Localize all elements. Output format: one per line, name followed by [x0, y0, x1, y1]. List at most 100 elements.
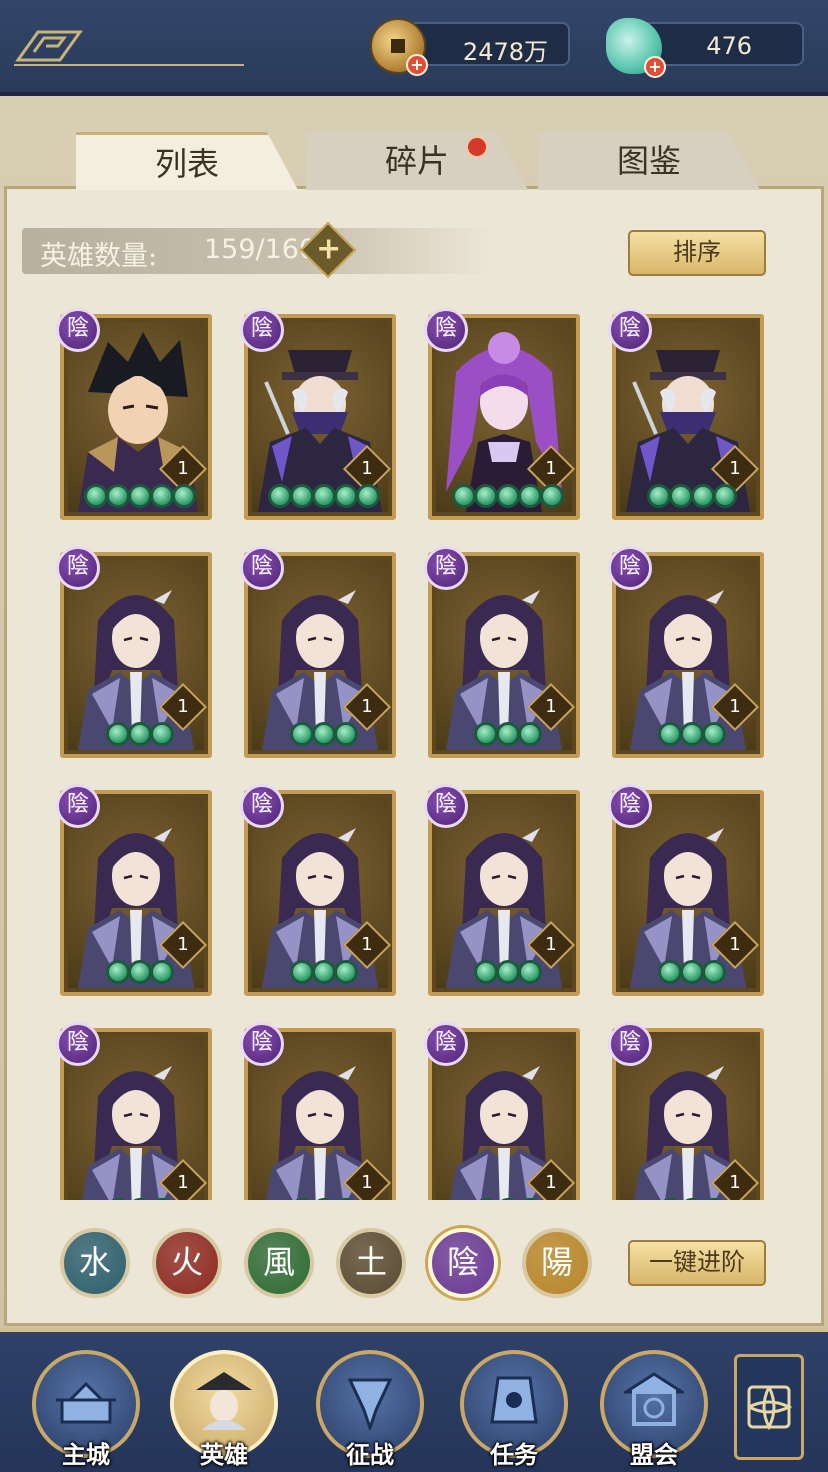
hero-card[interactable]: 陰1: [424, 546, 580, 758]
hero-star-rating: [64, 722, 216, 746]
hero-card[interactable]: 陰1: [240, 1022, 396, 1200]
jade-star-icon: [518, 722, 542, 746]
hero-card[interactable]: 陰1: [424, 1022, 580, 1200]
jade-value: 476: [706, 32, 752, 60]
one-click-advance-button[interactable]: 一键进阶: [628, 1240, 766, 1286]
jade-star-icon: [150, 1198, 174, 1200]
hero-grid: 陰1 陰1 陰1 陰1 陰 1 陰 1 陰 1 陰 1 陰 1 陰 1 陰 1 …: [40, 300, 790, 1200]
hero-card[interactable]: 陰1: [240, 546, 396, 758]
city-gate-icon: [56, 1381, 116, 1424]
jade-counter[interactable]: + 476: [606, 18, 804, 78]
bottom-navigation: 主城 英雄 征战 任务 盟会: [0, 1328, 828, 1472]
menu-ornament-icon[interactable]: [14, 28, 244, 68]
add-coins-icon[interactable]: +: [406, 54, 428, 76]
jade-star-icon: [496, 722, 520, 746]
jade-star-icon: [474, 722, 498, 746]
hero-card[interactable]: 陰1: [424, 308, 580, 520]
jade-star-icon: [518, 1198, 542, 1200]
hero-star-rating: [248, 722, 400, 746]
nav-item-1[interactable]: 主城: [32, 1350, 140, 1469]
hero-card[interactable]: 陰1: [608, 1022, 764, 1200]
element-badge-icon: 陰: [424, 784, 468, 828]
jade-star-icon: [680, 960, 704, 984]
jade-star-icon: [106, 1198, 130, 1200]
coin-value: 2478万: [462, 38, 548, 66]
hero-level-value: 1: [729, 458, 741, 479]
hero-level-value: 1: [545, 696, 557, 717]
sort-button[interactable]: 排序: [628, 230, 766, 276]
hero-level-value: 1: [177, 934, 189, 955]
jade-star-icon: [312, 484, 336, 508]
notification-dot-icon: [466, 136, 488, 158]
jade-star-icon: [356, 484, 380, 508]
hero-card[interactable]: 陰1: [240, 308, 396, 520]
tab-fragments[interactable]: 碎片: [306, 132, 528, 190]
jade-star-icon: [474, 484, 498, 508]
nav-item-5[interactable]: 盟会: [600, 1350, 708, 1469]
jade-star-icon: [658, 1198, 682, 1200]
plus-icon: +: [316, 231, 342, 267]
hero-count-bar: 英雄数量: 159/160: [22, 228, 492, 274]
hero-level-value: 1: [177, 458, 189, 479]
hero-card[interactable]: 陰1: [56, 1022, 212, 1200]
hero-level-value: 1: [545, 934, 557, 955]
hero-level-value: 1: [545, 1172, 557, 1193]
element-filter-1[interactable]: 水: [60, 1228, 130, 1298]
jade-star-icon: [540, 484, 564, 508]
coin-counter[interactable]: + 2478万: [370, 18, 570, 76]
jade-star-icon: [128, 484, 152, 508]
nav-label: 主城: [62, 1441, 110, 1469]
element-filter-3[interactable]: 風: [244, 1228, 314, 1298]
element-badge-icon: 陰: [56, 784, 100, 828]
hero-level-value: 1: [361, 1172, 373, 1193]
element-badge-icon: 陰: [240, 1022, 284, 1066]
tab-codex[interactable]: 图鉴: [538, 132, 760, 190]
jade-star-icon: [150, 722, 174, 746]
hero-star-rating: [432, 1198, 584, 1200]
nav-item-2[interactable]: 英雄: [170, 1350, 278, 1469]
hero-card[interactable]: 陰1: [424, 784, 580, 996]
jade-star-icon: [496, 960, 520, 984]
hero-card[interactable]: 陰1: [56, 784, 212, 996]
jade-star-icon: [334, 722, 358, 746]
jade-star-icon: [702, 960, 726, 984]
hero-card[interactable]: 陰1: [608, 546, 764, 758]
tab-list-label: 列表: [154, 145, 219, 183]
hero-card[interactable]: 陰1: [608, 308, 764, 520]
tab-list[interactable]: 列表: [76, 132, 298, 190]
element-badge-icon: 陰: [240, 308, 284, 352]
hero-card[interactable]: 陰1: [56, 308, 212, 520]
hero-card[interactable]: 陰1: [240, 784, 396, 996]
hero-card[interactable]: 陰1: [608, 784, 764, 996]
add-jade-icon[interactable]: +: [644, 56, 666, 78]
nav-item-4[interactable]: 任务: [460, 1350, 568, 1469]
hero-star-rating: [248, 960, 400, 984]
jade-star-icon: [669, 484, 693, 508]
nav-item-3[interactable]: 征战: [316, 1350, 424, 1469]
jade-star-icon: [658, 722, 682, 746]
jade-star-icon: [518, 960, 542, 984]
jade-star-icon: [150, 484, 174, 508]
hero-level-value: 1: [361, 458, 373, 479]
hero-level-value: 1: [729, 1172, 741, 1193]
element-filter-5[interactable]: 陰: [428, 1228, 498, 1298]
jade-star-icon: [268, 484, 292, 508]
hero-star-rating: [64, 484, 216, 508]
hero-level-value: 1: [729, 934, 741, 955]
hero-card[interactable]: 陰1: [56, 546, 212, 758]
jade-star-icon: [518, 484, 542, 508]
jade-star-icon: [290, 484, 314, 508]
element-badge-icon: 陰: [240, 784, 284, 828]
jade-star-icon: [312, 960, 336, 984]
pavilion-icon: [624, 1372, 684, 1426]
jade-star-icon: [680, 1198, 704, 1200]
hero-star-rating: [64, 1198, 216, 1200]
jade-star-icon: [150, 960, 174, 984]
more-menu-button[interactable]: [734, 1354, 804, 1460]
element-filter-2[interactable]: 火: [152, 1228, 222, 1298]
element-filter-4[interactable]: 土: [336, 1228, 406, 1298]
hero-star-rating: [432, 960, 584, 984]
jade-star-icon: [128, 960, 152, 984]
scroll-bell-icon: [490, 1376, 538, 1424]
element-filter-6[interactable]: 陽: [522, 1228, 592, 1298]
